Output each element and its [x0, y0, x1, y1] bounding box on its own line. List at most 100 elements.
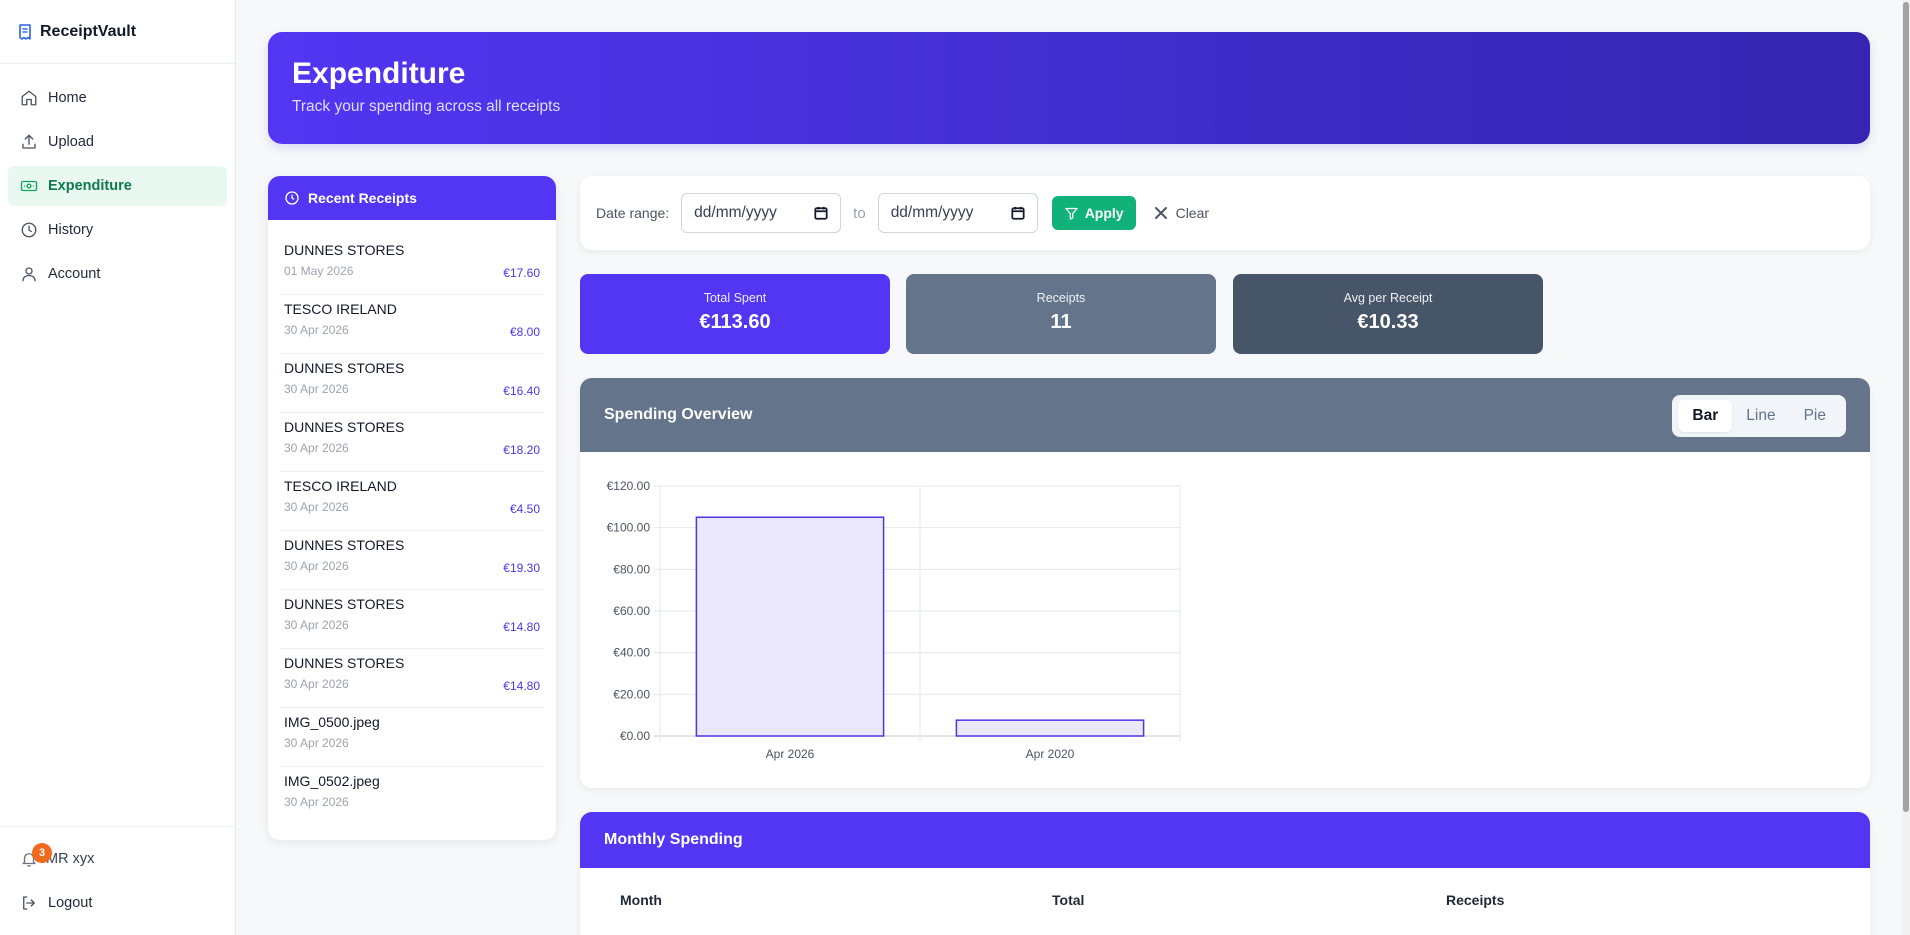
clock-icon — [21, 222, 37, 238]
receipt-item[interactable]: DUNNES STORES 30 Apr 2026 €19.30 — [280, 531, 544, 590]
upload-icon — [22, 134, 36, 149]
sidebar-item-account[interactable]: Account — [8, 254, 227, 294]
chart-type-toggle: Bar Line Pie — [1672, 395, 1846, 437]
receipt-date: 30 Apr 2026 — [284, 677, 349, 691]
recent-receipts-title: Recent Receipts — [308, 190, 417, 206]
notification-badge: 3 — [32, 843, 52, 863]
y-tick-label: €100.00 — [607, 521, 651, 535]
receipt-name: DUNNES STORES — [284, 242, 405, 258]
receipt-icon — [19, 23, 31, 40]
stat-label: Total Spent — [703, 291, 767, 305]
receipt-name: DUNNES STORES — [284, 419, 405, 435]
logout-label: Logout — [48, 895, 93, 911]
sidebar: ReceiptVault Home Upload Expenditure His… — [0, 0, 236, 935]
column-header-total: Total — [1052, 892, 1085, 908]
apply-button[interactable]: Apply — [1051, 196, 1136, 230]
calendar-icon[interactable] — [1011, 206, 1025, 220]
receipt-name: DUNNES STORES — [284, 655, 405, 671]
banknote-icon — [20, 180, 38, 192]
receipt-item[interactable]: TESCO IRELAND 30 Apr 2026 €8.00 — [280, 295, 544, 354]
brand[interactable]: ReceiptVault — [0, 0, 235, 64]
sidebar-item-history[interactable]: History — [8, 210, 227, 250]
receipt-date: 30 Apr 2026 — [284, 736, 349, 750]
scrollbar-thumb[interactable] — [1903, 2, 1909, 812]
receipt-amount: €8.00 — [509, 325, 540, 339]
apply-label: Apply — [1084, 205, 1124, 221]
clock-icon — [285, 191, 299, 205]
close-icon — [1154, 207, 1167, 219]
spending-bar-chart: €0.00 €20.00 €40.00 €60.00 €80.00 €100.00 €120… — [607, 479, 1181, 761]
receipt-item[interactable]: DUNNES STORES 30 Apr 2026 €14.80 — [280, 649, 544, 708]
stat-avg-per-receipt: Avg per Receipt €10.33 — [1233, 274, 1543, 354]
y-tick-label: €20.00 — [613, 687, 650, 701]
clear-label: Clear — [1175, 205, 1210, 221]
receipt-date: 30 Apr 2026 — [284, 559, 349, 573]
receipt-name: DUNNES STORES — [284, 537, 405, 553]
receipt-item[interactable]: DUNNES STORES 30 Apr 2026 €18.20 — [280, 413, 544, 472]
bar — [955, 719, 1145, 737]
receipt-amount: €16.40 — [503, 384, 540, 398]
y-tick-label: €120.00 — [607, 479, 651, 493]
x-tick-label: Apr 2026 — [766, 747, 815, 761]
chart-type-line[interactable]: Line — [1732, 400, 1789, 432]
stat-value: 11 — [1050, 311, 1072, 333]
bar — [695, 516, 885, 737]
receipt-amount: €17.60 — [503, 266, 540, 280]
receipt-amount: €18.20 — [503, 443, 540, 457]
receipt-amount: €14.80 — [503, 679, 540, 693]
x-tick-label: Apr 2020 — [1026, 747, 1075, 761]
home-icon — [21, 90, 37, 106]
page-subtitle: Track your spending across all receipts — [292, 98, 561, 115]
receipt-amount: €14.80 — [503, 620, 540, 634]
stat-label: Avg per Receipt — [1343, 291, 1433, 305]
sidebar-footer: 3 MR xyx Logout — [0, 826, 235, 935]
receipt-amount: €19.30 — [503, 561, 540, 575]
spending-overview-card: Spending Overview Bar Line Pie €0.00 €20.… — [580, 378, 1870, 788]
receipt-item[interactable]: DUNNES STORES 30 Apr 2026 €16.40 — [280, 354, 544, 413]
receipt-date: 30 Apr 2026 — [284, 500, 349, 514]
receipt-item[interactable]: DUNNES STORES 01 May 2026 €17.60 — [280, 236, 544, 295]
logout-button[interactable]: Logout — [0, 883, 235, 923]
recent-receipts-header: Recent Receipts — [268, 176, 556, 220]
logout-icon — [23, 896, 35, 910]
receipt-name: DUNNES STORES — [284, 596, 405, 612]
date-from-placeholder: dd/mm/yyyy — [694, 204, 777, 221]
chart-type-pie[interactable]: Pie — [1790, 400, 1840, 432]
column-header-month: Month — [620, 892, 662, 908]
date-to-input[interactable]: dd/mm/yyyy — [877, 193, 1038, 233]
date-from-input[interactable]: dd/mm/yyyy — [681, 193, 842, 233]
stat-value: €10.33 — [1357, 311, 1419, 333]
recent-receipts-list: DUNNES STORES 01 May 2026 €17.60 TESCO I… — [268, 220, 556, 826]
receipt-name: TESCO IRELAND — [284, 301, 397, 317]
sidebar-item-home[interactable]: Home — [8, 78, 227, 118]
receipt-date: 30 Apr 2026 — [284, 441, 349, 455]
stat-total-spent: Total Spent €113.60 — [580, 274, 890, 354]
receipt-date: 30 Apr 2026 — [284, 323, 349, 337]
receipt-name: IMG_0502.jpeg — [284, 773, 380, 789]
receipt-item[interactable]: IMG_0500.jpeg 30 Apr 2026 — [280, 708, 544, 767]
brand-name: ReceiptVault — [40, 22, 137, 40]
chart-title: Spending Overview — [604, 406, 753, 423]
spending-overview-header: Spending Overview Bar Line Pie — [580, 378, 1870, 452]
receipt-item[interactable]: TESCO IRELAND 30 Apr 2026 €4.50 — [280, 472, 544, 531]
stat-label: Receipts — [1036, 291, 1086, 305]
date-to-placeholder: dd/mm/yyyy — [890, 204, 974, 221]
chart-type-bar[interactable]: Bar — [1678, 400, 1733, 432]
receipt-item[interactable]: DUNNES STORES 30 Apr 2026 €14.80 — [280, 590, 544, 649]
sidebar-item-label: History — [48, 222, 94, 238]
receipt-item[interactable]: IMG_0502.jpeg 30 Apr 2026 — [280, 767, 544, 826]
user-name: MR xyx — [46, 851, 95, 867]
calendar-icon[interactable] — [814, 206, 828, 220]
user-menu[interactable]: 3 MR xyx — [0, 841, 235, 877]
sidebar-item-expenditure[interactable]: Expenditure — [8, 166, 227, 206]
stat-value: €113.60 — [699, 311, 771, 333]
page-scrollbar[interactable] — [1902, 0, 1910, 935]
clear-button[interactable]: Clear — [1154, 205, 1209, 221]
receipt-amount: €4.50 — [509, 502, 540, 516]
monthly-spending-card: Monthly Spending Month Total Receipts — [580, 812, 1870, 935]
stat-receipts: Receipts 11 — [906, 274, 1216, 354]
user-icon — [22, 267, 36, 282]
receipt-date: 30 Apr 2026 — [284, 795, 349, 809]
sidebar-item-upload[interactable]: Upload — [8, 122, 227, 162]
recent-receipts-panel: Recent Receipts DUNNES STORES 01 May 202… — [268, 176, 556, 840]
